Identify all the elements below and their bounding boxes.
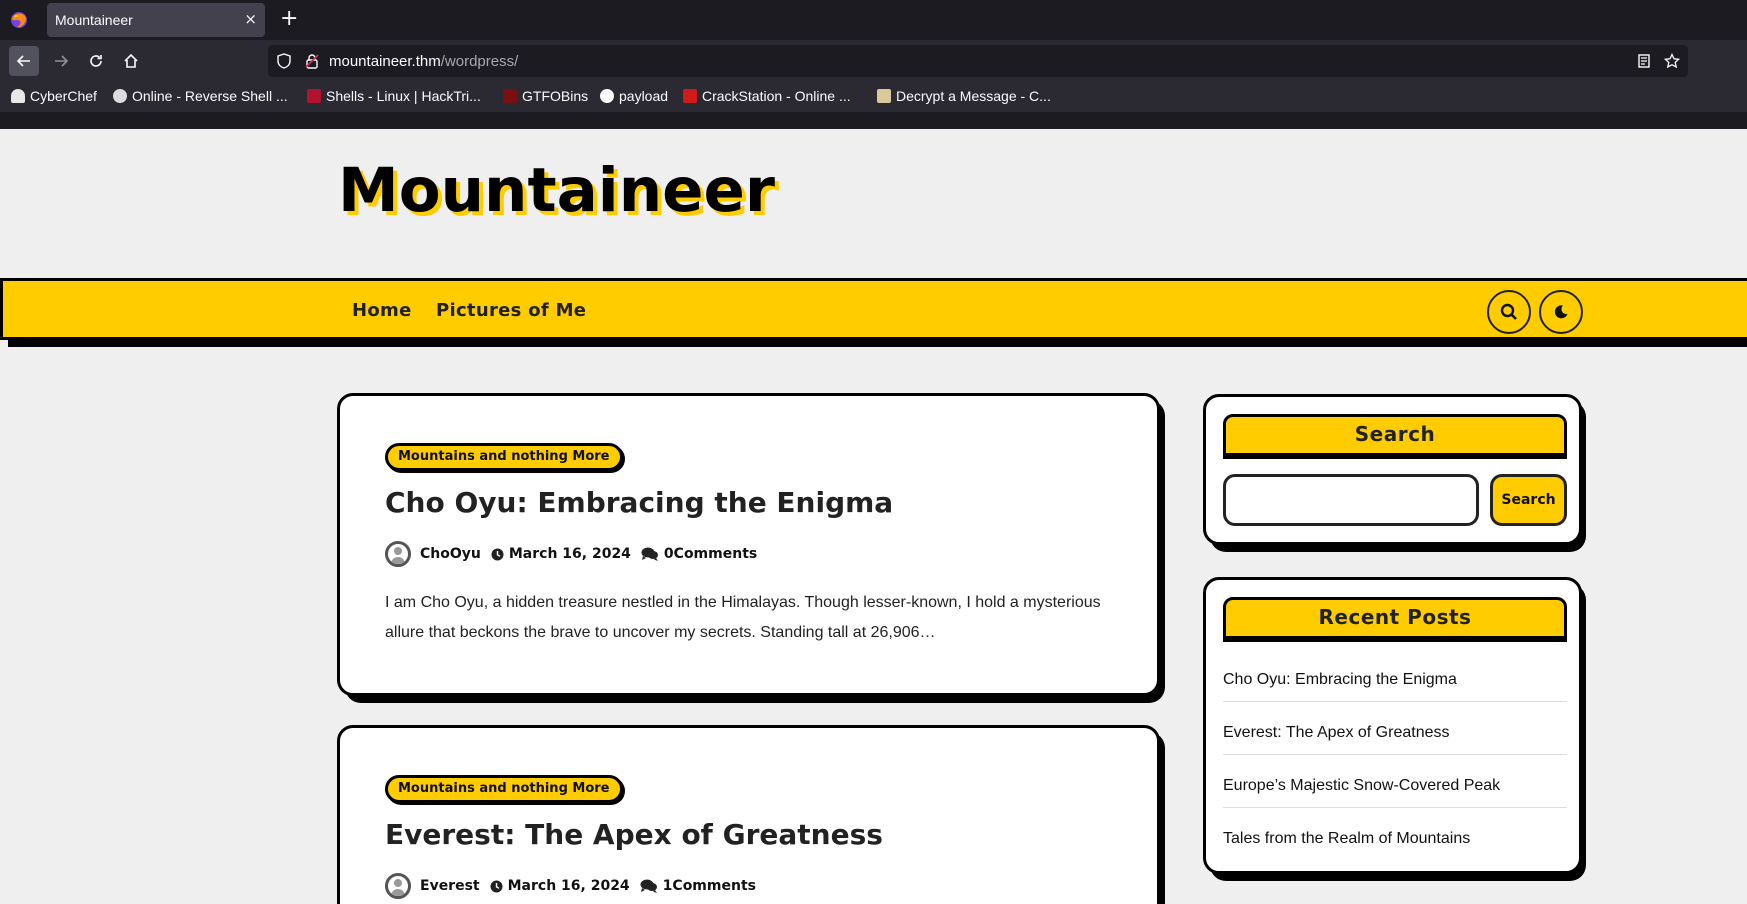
dark-mode-toggle-button[interactable] bbox=[1539, 290, 1583, 334]
recent-posts-widget: Recent Posts Cho Oyu: Embracing the Enig… bbox=[1203, 577, 1582, 874]
browser-chrome-divider bbox=[0, 112, 1747, 129]
search-toggle-button[interactable] bbox=[1487, 290, 1531, 334]
avatar[interactable] bbox=[385, 873, 411, 899]
chef-hat-icon bbox=[11, 89, 25, 103]
site-title[interactable]: Mountaineer bbox=[338, 155, 775, 226]
clock-icon bbox=[491, 548, 504, 560]
recent-post-link[interactable]: Tales from the Realm of Mountains bbox=[1223, 830, 1567, 860]
reload-button[interactable] bbox=[81, 46, 111, 76]
post-title[interactable]: Cho Oyu: Embracing the Enigma bbox=[385, 486, 893, 519]
main-menu: Home Pictures of Me bbox=[0, 278, 1747, 340]
bookmark-label: CrackStation - Online ... bbox=[702, 88, 851, 104]
bookmark-label: Shells - Linux | HackTri... bbox=[326, 88, 481, 104]
new-tab-icon[interactable]: + bbox=[280, 6, 298, 32]
bookmark-reverse-shell[interactable]: Online - Reverse Shell ... bbox=[113, 88, 288, 104]
crackstation-icon bbox=[683, 89, 697, 103]
firefox-icon[interactable] bbox=[9, 10, 29, 30]
shield-icon[interactable] bbox=[276, 53, 292, 69]
search-icon bbox=[1500, 303, 1517, 320]
post-author[interactable]: ChoOyu bbox=[420, 546, 481, 562]
envelope-icon bbox=[877, 89, 891, 103]
address-bar[interactable]: mountaineer.thm/wordpress/ bbox=[268, 45, 1688, 77]
browser-nav-bar: mountaineer.thm/wordpress/ bbox=[0, 40, 1747, 82]
hacktricks-icon bbox=[307, 89, 321, 103]
url-text[interactable]: mountaineer.thm/wordpress/ bbox=[329, 53, 518, 70]
avatar[interactable] bbox=[385, 541, 411, 567]
post-meta: ChoOyu March 16, 2024 0Comments bbox=[385, 541, 757, 567]
star-bookmark-icon[interactable] bbox=[1664, 53, 1680, 69]
gtfobins-icon bbox=[503, 89, 517, 103]
skull-icon bbox=[113, 89, 127, 103]
post-date[interactable]: March 16, 2024 bbox=[508, 878, 630, 894]
category-badge[interactable]: Mountains and nothing More bbox=[385, 775, 623, 803]
bookmarks-toolbar: CyberChef Online - Reverse Shell ... She… bbox=[0, 82, 1747, 112]
browser-tab-bar: Mountaineer × + bbox=[0, 0, 1747, 40]
reader-view-icon[interactable] bbox=[1636, 53, 1652, 69]
bookmark-label: CyberChef bbox=[30, 88, 97, 104]
bookmark-gtfobins[interactable]: GTFOBins bbox=[503, 88, 588, 104]
github-icon bbox=[600, 89, 614, 103]
url-path: /wordpress/ bbox=[440, 53, 519, 70]
menu-item-pictures-of-me[interactable]: Pictures of Me bbox=[436, 300, 586, 321]
widget-title: Recent Posts bbox=[1223, 597, 1567, 639]
widget-title: Search bbox=[1223, 414, 1567, 456]
post-date[interactable]: March 16, 2024 bbox=[509, 546, 631, 562]
menu-item-home[interactable]: Home bbox=[352, 300, 412, 321]
tab-title: Mountaineer bbox=[55, 12, 133, 28]
post-card: Mountains and nothing More Everest: The … bbox=[337, 725, 1160, 904]
reload-icon bbox=[90, 55, 102, 67]
recent-post-link[interactable]: Europe’s Majestic Snow-Covered Peak bbox=[1223, 777, 1567, 808]
bookmark-label: Decrypt a Message - C... bbox=[896, 88, 1051, 104]
post-comments[interactable]: 1Comments bbox=[663, 878, 756, 894]
arrow-right-icon bbox=[55, 55, 69, 67]
post-comments[interactable]: 0Comments bbox=[664, 546, 757, 562]
forward-button[interactable] bbox=[46, 46, 76, 76]
bookmark-label: Online - Reverse Shell ... bbox=[132, 88, 288, 104]
lock-insecure-icon[interactable] bbox=[304, 53, 320, 69]
post-card: Mountains and nothing More Cho Oyu: Embr… bbox=[337, 393, 1160, 696]
bookmark-hacktricks[interactable]: Shells - Linux | HackTri... bbox=[307, 88, 481, 104]
home-button[interactable] bbox=[116, 46, 146, 76]
category-badge[interactable]: Mountains and nothing More bbox=[385, 443, 623, 471]
bookmark-cyberchef[interactable]: CyberChef bbox=[11, 88, 97, 104]
url-host: mountaineer.thm bbox=[329, 53, 441, 70]
tab-mountaineer[interactable]: Mountaineer × bbox=[47, 3, 265, 37]
clock-icon bbox=[490, 880, 503, 892]
bookmark-label: GTFOBins bbox=[522, 88, 589, 104]
search-submit-button[interactable]: Search bbox=[1490, 474, 1567, 526]
bookmark-label: payload bbox=[619, 88, 669, 104]
comments-icon bbox=[641, 547, 658, 561]
recent-post-link[interactable]: Cho Oyu: Embracing the Enigma bbox=[1223, 671, 1567, 702]
post-meta: Everest March 16, 2024 1Comments bbox=[385, 873, 756, 899]
post-author[interactable]: Everest bbox=[420, 878, 480, 894]
search-input[interactable] bbox=[1223, 474, 1479, 526]
post-title[interactable]: Everest: The Apex of Greatness bbox=[385, 818, 883, 851]
home-icon bbox=[124, 53, 138, 68]
close-tab-icon[interactable]: × bbox=[244, 10, 257, 28]
search-widget: Search Search bbox=[1203, 394, 1582, 545]
arrow-left-icon bbox=[16, 55, 30, 67]
post-excerpt: I am Cho Oyu, a hidden treasure nestled … bbox=[385, 594, 1101, 641]
bookmark-crackstation[interactable]: CrackStation - Online ... bbox=[683, 88, 851, 104]
comments-icon bbox=[640, 879, 657, 893]
back-button[interactable] bbox=[9, 46, 39, 76]
bookmark-payload[interactable]: payload bbox=[600, 88, 668, 104]
recent-post-link[interactable]: Everest: The Apex of Greatness bbox=[1223, 724, 1567, 755]
moon-icon bbox=[1554, 305, 1568, 319]
bookmark-decrypt-message[interactable]: Decrypt a Message - C... bbox=[877, 88, 1051, 104]
